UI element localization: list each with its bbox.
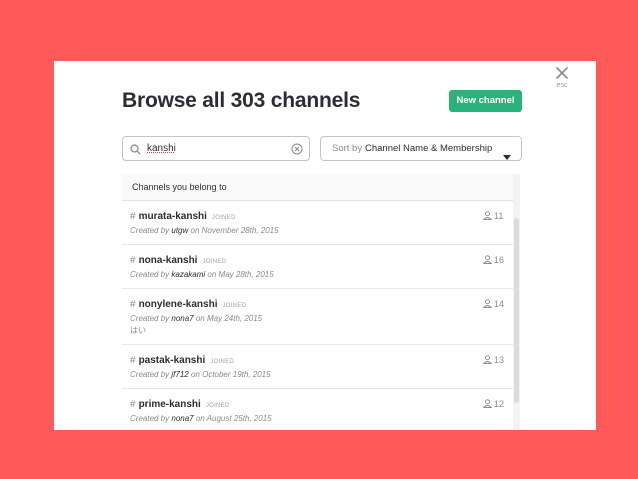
created-date: on May 28th, 2015 (207, 270, 274, 279)
member-count: 11 (482, 211, 503, 221)
member-count: 14 (482, 299, 504, 309)
member-count: 16 (482, 255, 504, 265)
creator-name[interactable]: utgw (171, 226, 188, 235)
channel-purpose: はい (130, 326, 146, 335)
joined-badge: JOINED (210, 359, 235, 365)
scrollbar-thumb[interactable] (514, 218, 519, 403)
created-date: on October 19th, 2015 (190, 370, 271, 379)
channel-row[interactable]: # murata-kanshi JOINED Created by utgw on … (122, 201, 515, 245)
esc-hint: esc (556, 82, 568, 89)
list-scrollbar[interactable] (513, 174, 520, 430)
created-prefix: Created by (130, 414, 170, 423)
created-prefix: Created by (130, 314, 170, 323)
section-header: Channels you belong to (122, 174, 515, 201)
modal-title: Browse all 303 channels (122, 89, 361, 112)
sort-value: Channel Name & Membership (365, 143, 493, 154)
creator-name[interactable]: jf712 (171, 370, 188, 379)
created-prefix: Created by (130, 226, 170, 235)
channel-name[interactable]: prime-kanshi (139, 399, 201, 410)
joined-badge: JOINED (222, 303, 247, 309)
caret-down-icon (503, 146, 511, 169)
channel-name[interactable]: murata-kanshi (139, 211, 207, 222)
created-date: on August 25th, 2015 (195, 414, 272, 423)
channel-row[interactable]: # nonylene-kanshi JOINED Created by nona7 … (122, 289, 515, 345)
browse-channels-modal: Browse all 303 channels New channel Sort… (54, 61, 596, 430)
created-prefix: Created by (130, 270, 170, 279)
joined-badge: JOINED (205, 403, 230, 409)
created-date: on November 28th, 2015 (190, 226, 279, 235)
user-icon (482, 299, 493, 308)
user-icon (482, 211, 493, 220)
joined-badge: JOINED (202, 259, 227, 265)
channel-row[interactable]: # nona-kanshi JOINED Created by kazakami o… (122, 245, 515, 289)
clear-search-icon[interactable] (291, 142, 303, 160)
search-icon (130, 142, 141, 160)
channel-name[interactable]: nona-kanshi (139, 255, 198, 266)
channel-search-box[interactable] (122, 136, 310, 161)
creator-name[interactable]: kazakami (171, 270, 205, 279)
sort-prefix: Sort by (332, 143, 363, 154)
creator-name[interactable]: nona7 (171, 414, 193, 423)
channel-hash: # (130, 399, 136, 410)
search-input[interactable] (147, 139, 282, 157)
close-icon (555, 66, 569, 80)
joined-badge: JOINED (211, 215, 236, 221)
user-icon (482, 355, 493, 364)
channel-hash: # (130, 255, 136, 266)
member-count: 13 (482, 355, 504, 365)
close-modal-button[interactable]: esc (552, 64, 572, 94)
creator-name[interactable]: nona7 (171, 314, 193, 323)
new-channel-button[interactable]: New channel (449, 90, 522, 112)
user-icon (482, 399, 493, 408)
created-prefix: Created by (130, 370, 170, 379)
channel-row[interactable]: # prime-kanshi JOINED Created by nona7 on … (122, 389, 515, 430)
created-date: on May 24th, 2015 (195, 314, 263, 323)
channel-name[interactable]: pastak-kanshi (139, 355, 206, 366)
sort-dropdown[interactable]: Sort by Channel Name & Membership (320, 136, 522, 161)
channel-hash: # (130, 355, 136, 366)
channel-name[interactable]: nonylene-kanshi (139, 299, 218, 310)
user-icon (482, 255, 493, 264)
channel-list: Channels you belong to # murata-kanshi JOI… (122, 174, 515, 430)
channel-hash: # (130, 211, 136, 222)
channel-hash: # (130, 299, 136, 310)
channel-row[interactable]: # pastak-kanshi JOINED Created by jf712 on… (122, 345, 515, 389)
member-count: 12 (482, 399, 504, 409)
